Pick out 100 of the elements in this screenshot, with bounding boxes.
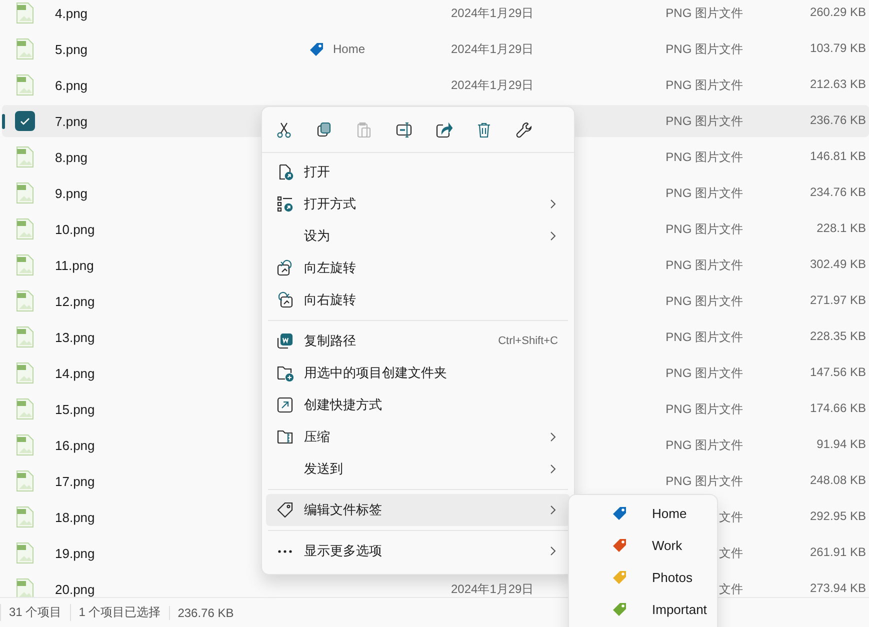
file-size: 302.49 KB <box>810 256 867 272</box>
new-folder-icon <box>276 364 294 382</box>
menu-item[interactable]: 显示更多选项 <box>266 535 570 567</box>
cut-button[interactable] <box>275 120 293 138</box>
cut-icon <box>275 120 293 138</box>
file-type: PNG 图片文件 <box>666 402 743 416</box>
file-size: 103.79 KB <box>810 40 867 56</box>
file-name: 10.png <box>55 222 95 236</box>
file-date: 2024年1月29日 <box>451 4 535 22</box>
delete-button[interactable] <box>475 120 493 138</box>
menu-item[interactable]: 压缩 <box>266 421 570 453</box>
shortcut-label: Ctrl+Shift+C <box>498 335 558 347</box>
properties-button[interactable] <box>515 120 533 138</box>
file-type: PNG 图片文件 <box>666 474 743 488</box>
file-type: PNG 图片文件 <box>666 114 743 128</box>
menu-item[interactable]: 发送到 <box>266 453 570 485</box>
file-name: 19.png <box>55 546 95 560</box>
file-type: PNG 图片文件 <box>666 294 743 308</box>
file-name: 5.png <box>55 42 88 56</box>
menu-item[interactable]: 复制路径 Ctrl+Shift+C <box>266 325 570 357</box>
tag-menu-item[interactable]: Important <box>569 593 717 625</box>
rotate-right-icon <box>276 291 294 309</box>
selection-indicator <box>2 114 5 129</box>
tag-menu-item[interactable]: Home <box>569 497 717 529</box>
file-name: 14.png <box>55 366 95 380</box>
image-file-icon <box>15 182 35 204</box>
menu-item[interactable]: 创建快捷方式 <box>266 389 570 421</box>
image-file-icon <box>15 398 35 420</box>
menu-item[interactable]: 用选中的项目创建文件夹 <box>266 357 570 389</box>
file-name: 13.png <box>55 330 95 344</box>
tag-menu-item[interactable]: Photos <box>569 561 717 593</box>
image-file-icon <box>15 146 35 168</box>
file-type: PNG 图片文件 <box>666 78 743 92</box>
file-name: 7.png <box>55 114 88 128</box>
menu-item[interactable]: 向右旋转 <box>266 284 570 316</box>
file-name: 16.png <box>55 438 95 452</box>
menu-item[interactable]: 打开方式 <box>266 188 570 220</box>
file-name: 15.png <box>55 402 95 416</box>
menu-item[interactable]: 编辑文件标签 <box>266 494 570 526</box>
file-type: PNG 图片文件 <box>666 438 743 452</box>
share-button[interactable] <box>435 120 453 138</box>
image-file-icon <box>15 326 35 348</box>
image-file-icon <box>15 362 35 384</box>
trash-icon <box>475 120 493 138</box>
checkbox[interactable] <box>15 111 35 131</box>
shortcut-icon <box>276 396 294 414</box>
file-name: 4.png <box>55 6 88 20</box>
file-size: 273.94 KB <box>810 580 867 596</box>
file-type: PNG 图片文件 <box>666 258 743 272</box>
image-file-icon <box>15 254 35 276</box>
file-size: 292.95 KB <box>810 508 867 524</box>
file-type: PNG 图片文件 <box>666 366 743 380</box>
file-name: 11.png <box>55 258 94 272</box>
open-with-icon <box>276 195 294 213</box>
file-size: 261.91 KB <box>810 544 867 560</box>
tag-icon <box>276 501 294 519</box>
file-type: PNG 图片文件 <box>666 150 743 164</box>
file-type: 文件 <box>719 582 743 596</box>
image-file-icon <box>15 434 35 456</box>
tag-label: Home <box>333 42 366 56</box>
image-file-icon <box>15 542 35 564</box>
file-name: 20.png <box>55 582 95 596</box>
image-file-icon <box>15 38 35 60</box>
image-file-icon <box>15 578 35 597</box>
file-type: 文件 <box>719 510 743 524</box>
file-date: 2024年1月29日 <box>451 40 535 58</box>
status-text: 1 个项目已选择 <box>70 604 169 621</box>
file-name: 17.png <box>55 474 95 488</box>
copy-button[interactable] <box>315 120 333 138</box>
image-file-icon <box>15 218 35 240</box>
file-size: 174.66 KB <box>810 400 867 416</box>
file-size: 228.1 KB <box>816 220 867 236</box>
image-file-icon <box>15 506 35 528</box>
menu-item[interactable]: 设为 <box>266 220 570 252</box>
file-date: 2024年1月29日 <box>451 580 535 597</box>
file-size: 228.35 KB <box>810 328 867 344</box>
file-name: 9.png <box>55 186 88 200</box>
rotate-left-icon <box>276 259 294 277</box>
paste-icon <box>355 120 373 138</box>
file-type: PNG 图片文件 <box>666 186 743 200</box>
status-text: 236.76 KB <box>168 606 242 620</box>
share-icon <box>435 120 453 138</box>
copy-icon <box>315 120 333 138</box>
copy-path-icon <box>276 332 294 350</box>
file-type: PNG 图片文件 <box>666 6 743 20</box>
file-size: 91.94 KB <box>816 436 867 452</box>
file-size: 248.08 KB <box>810 472 867 488</box>
file-date: 2024年1月29日 <box>451 76 535 94</box>
file-size: 212.63 KB <box>810 76 867 92</box>
more-icon <box>278 550 292 552</box>
menu-item[interactable]: 向左旋转 <box>266 252 570 284</box>
file-type: PNG 图片文件 <box>666 42 743 56</box>
tag-menu-item[interactable]: Work <box>569 529 717 561</box>
file-name: 6.png <box>55 78 88 92</box>
file-name: 12.png <box>55 294 95 308</box>
menu-item[interactable]: 打开 <box>266 156 570 188</box>
rename-button[interactable] <box>395 120 413 138</box>
image-file-icon <box>15 2 35 24</box>
zip-folder-icon <box>276 428 294 446</box>
file-size: 147.56 KB <box>810 364 867 380</box>
